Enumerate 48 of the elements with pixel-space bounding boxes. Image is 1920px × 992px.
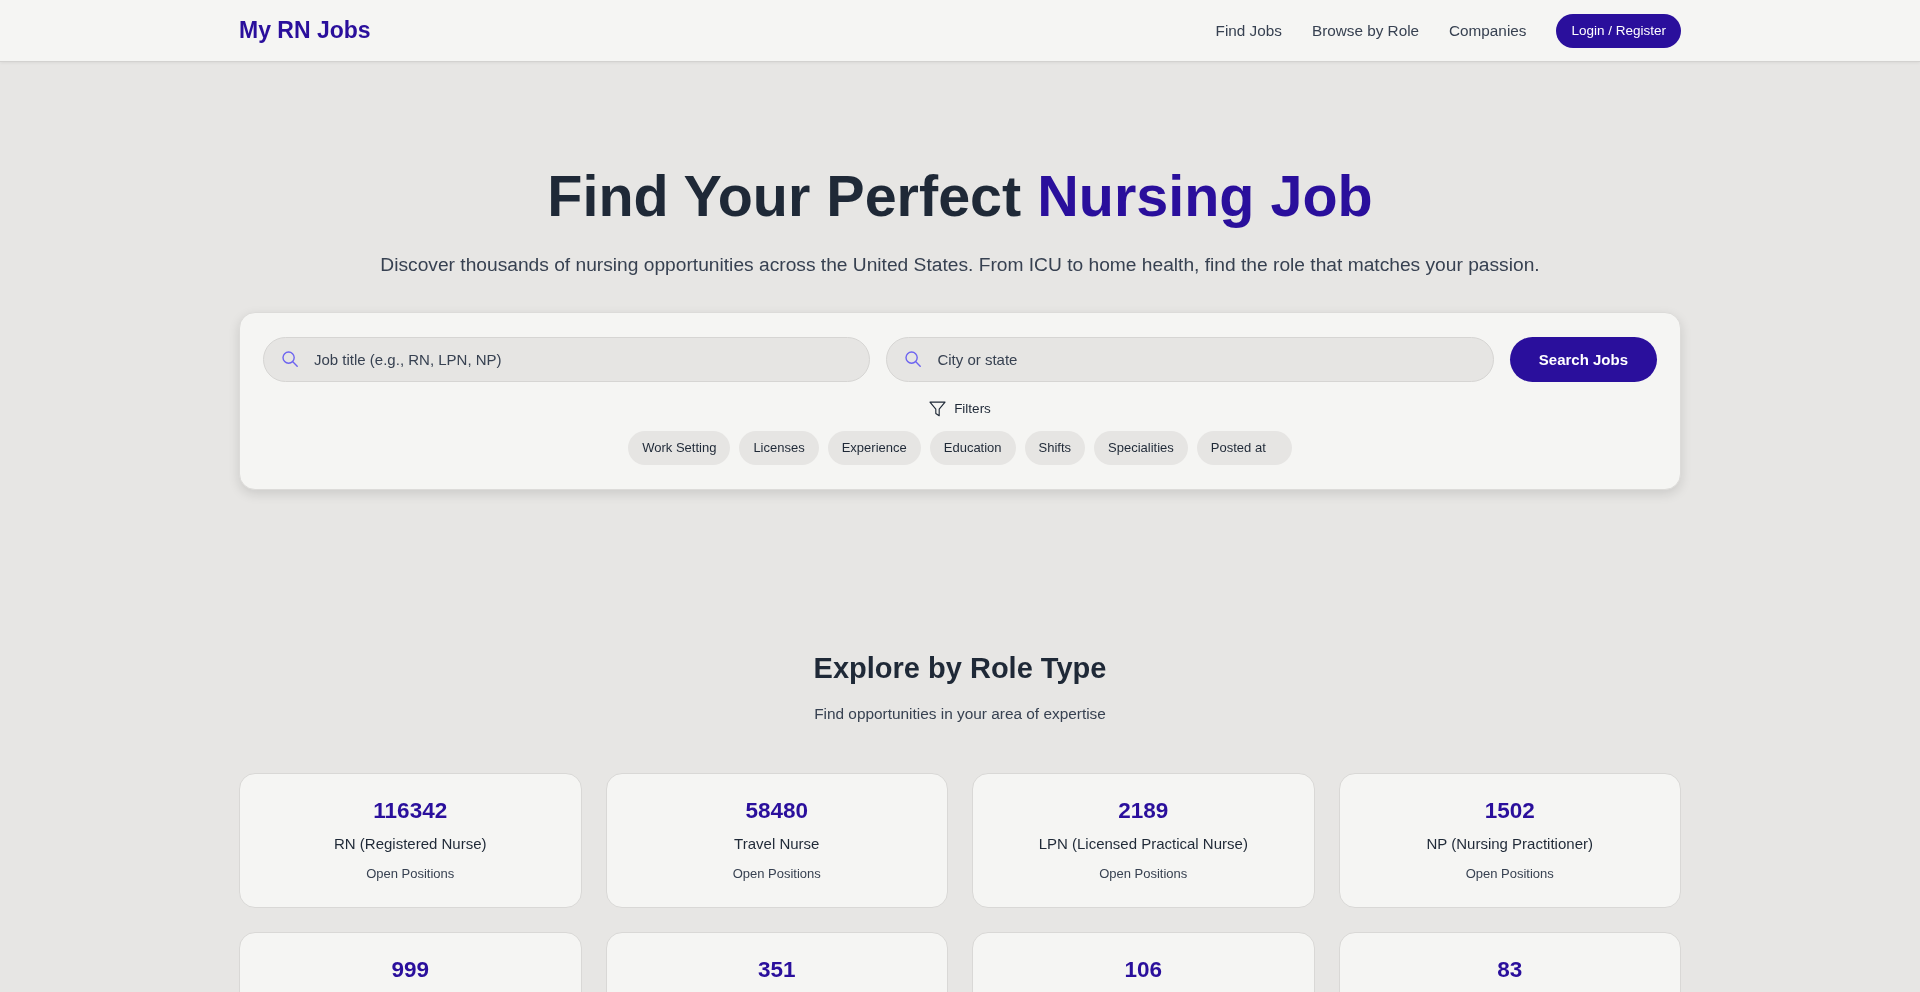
nav-link[interactable]: Find Jobs (1215, 21, 1282, 40)
open-positions-count: 1502 (1484, 797, 1535, 825)
role-name: Travel Nurse (734, 834, 820, 855)
filter-chip[interactable]: Shifts (1024, 430, 1086, 465)
filter-chip[interactable]: Specialities (1094, 430, 1188, 465)
filter-chip[interactable]: Licenses (739, 430, 819, 465)
hero-title-highlight: Nursing Job (1037, 164, 1373, 228)
role-card[interactable]: 116342 RN (Registered Nurse) Open Positions (239, 773, 582, 909)
role-card[interactable]: 83 (1338, 932, 1681, 992)
role-caption: Open Positions (732, 864, 821, 883)
role-name: RN (Registered Nurse) (333, 834, 487, 855)
role-caption: Open Positions (1099, 864, 1188, 883)
filter-chip[interactable]: Education (929, 430, 1016, 465)
section-title: Explore by Role Type (813, 650, 1107, 686)
login-register-button[interactable]: Login / Register (1556, 13, 1681, 48)
open-positions-count: 999 (391, 956, 429, 984)
location-field[interactable]: City or state (886, 336, 1494, 382)
hero-subtitle: Discover thousands of nursing opportunities across the United States. From ICU to home health, find the role that matches your passion. (380, 253, 1540, 277)
role-card[interactable]: 1502 NP (Nursing Practitioner) Open Positions (1338, 773, 1681, 909)
role-card[interactable]: 106 (972, 932, 1315, 992)
open-positions-count: 116342 (373, 797, 448, 825)
nav-link[interactable]: Companies (1449, 21, 1527, 40)
open-positions-count: 83 (1497, 956, 1523, 984)
role-name: NP (Nursing Practitioner) (1426, 834, 1593, 855)
role-name: LPN (Licensed Practical Nurse) (1038, 834, 1248, 855)
open-positions-count: 2189 (1118, 797, 1169, 825)
role-card[interactable]: 999 (239, 932, 582, 992)
section-subtitle: Find opportunities in your area of expertise (814, 703, 1106, 724)
site-logo[interactable]: My RN Jobs (239, 17, 371, 44)
search-jobs-button[interactable]: Search Jobs (1509, 336, 1657, 382)
role-caption: Open Positions (366, 864, 455, 883)
role-card[interactable]: 58480 Travel Nurse Open Positions (605, 773, 948, 909)
hero-title: Find Your Perfect (547, 164, 1022, 228)
open-positions-count: 106 (1124, 956, 1162, 984)
filter-icon (929, 400, 947, 417)
filters-button[interactable]: Filters (929, 398, 991, 419)
open-positions-count: 351 (757, 956, 796, 984)
filter-chip[interactable]: Experience (827, 430, 921, 465)
role-card[interactable]: 2189 LPN (Licensed Practical Nurse) Open Positions (972, 773, 1315, 909)
search-icon (905, 350, 922, 367)
job-title-field[interactable]: Job title (e.g., RN, LPN, NP) (263, 336, 871, 382)
filter-chip[interactable]: Work Setting (628, 430, 731, 465)
nav-link[interactable]: Browse by Role (1311, 21, 1420, 40)
filter-chip[interactable]: Posted at (1196, 430, 1292, 465)
search-icon (282, 350, 298, 367)
open-positions-count: 58480 (745, 797, 809, 825)
role-card[interactable]: 351 (605, 932, 948, 992)
role-caption: Open Positions (1465, 864, 1554, 883)
